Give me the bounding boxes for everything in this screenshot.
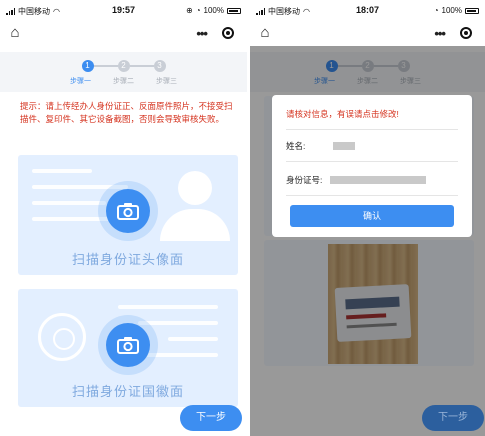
placeholder-line (32, 201, 106, 205)
nav-bar: ⌂ ••• (0, 20, 247, 46)
placeholder-line (168, 337, 218, 341)
confirm-button[interactable]: 确认 (290, 205, 454, 227)
step-2-dot: 2 (117, 60, 130, 72)
status-bar: 中国移动 ◠ 19:57 ⊕ ◔ 100% (0, 0, 247, 20)
battery-icon (465, 7, 479, 14)
close-target-icon[interactable] (221, 27, 234, 39)
step-1-dot: 1 (81, 60, 94, 72)
battery-icon (227, 7, 241, 14)
status-bar: 中国移动 ◠ 18:07 ◔ 100% (250, 0, 485, 20)
location-icon: ⊕ (185, 6, 193, 15)
placeholder-line (32, 185, 128, 189)
national-emblem-placeholder (38, 313, 86, 361)
mini-program-capsule: ••• (189, 23, 241, 43)
home-icon[interactable]: ⌂ (256, 24, 274, 42)
id-number-label: 身份证号: (286, 175, 323, 185)
close-target-icon[interactable] (459, 27, 472, 39)
placeholder-line (32, 169, 92, 173)
placeholder-line (138, 321, 218, 325)
step-connector (93, 65, 118, 67)
divider (286, 161, 458, 162)
next-step-button[interactable]: 下一步 (422, 405, 484, 431)
placeholder-line (118, 305, 218, 309)
id-number-row[interactable]: 身份证号: (286, 174, 462, 186)
back-caption: 扫描身份证国徽面 (71, 384, 184, 399)
step-3-label: 步骤三 (156, 78, 177, 85)
nav-bar: ⌂ ••• (250, 20, 485, 46)
camera-icon[interactable] (106, 189, 150, 233)
dialog-title: 请核对信息，有误请点击修改! (286, 109, 399, 119)
next-step-button[interactable]: 下一步 (180, 405, 242, 431)
id-back-upload-card[interactable]: 扫描身份证国徽面 (18, 289, 238, 407)
name-label: 姓名: (286, 141, 306, 151)
divider (286, 195, 458, 196)
more-icon[interactable]: ••• (434, 26, 446, 41)
battery-percent: 100% (441, 6, 462, 15)
step-connector (129, 65, 154, 67)
verify-info-dialog: 请核对信息，有误请点击修改! 姓名: 身份证号: 确认 (272, 95, 472, 237)
placeholder-line (32, 217, 118, 221)
divider (286, 129, 458, 130)
portrait-head-placeholder (178, 171, 212, 205)
camera-icon[interactable] (106, 323, 150, 367)
step-2-label: 步骤二 (113, 78, 134, 85)
more-icon[interactable]: ••• (196, 26, 208, 41)
front-caption: 扫描身份证头像面 (71, 252, 184, 267)
step-1-label: 步骤一 (70, 78, 91, 85)
home-icon[interactable]: ⌂ (6, 24, 24, 42)
upload-notice: 提示：请上传经办人身份证正、反面原件照片，不接受扫描件、复印件、其它设备截图，否… (20, 101, 233, 124)
mini-program-capsule: ••• (427, 23, 479, 43)
alarm-icon: ◔ (195, 6, 201, 15)
screen-upload-id: 中国移动 ◠ 19:57 ⊕ ◔ 100% ⌂ ••• 1 2 3 步骤一 步骤… (0, 0, 247, 436)
portrait-body-placeholder (160, 209, 230, 241)
name-value-redacted[interactable] (333, 142, 356, 150)
battery-percent: 100% (203, 6, 224, 15)
step-indicator: 1 2 3 步骤一 步骤二 步骤三 (0, 52, 247, 92)
step-3-dot: 3 (153, 60, 166, 72)
id-number-value-redacted[interactable] (330, 176, 427, 184)
alarm-icon: ◔ (433, 6, 439, 15)
id-front-upload-card[interactable]: 扫描身份证头像面 (18, 155, 238, 275)
name-row[interactable]: 姓名: (286, 140, 462, 152)
